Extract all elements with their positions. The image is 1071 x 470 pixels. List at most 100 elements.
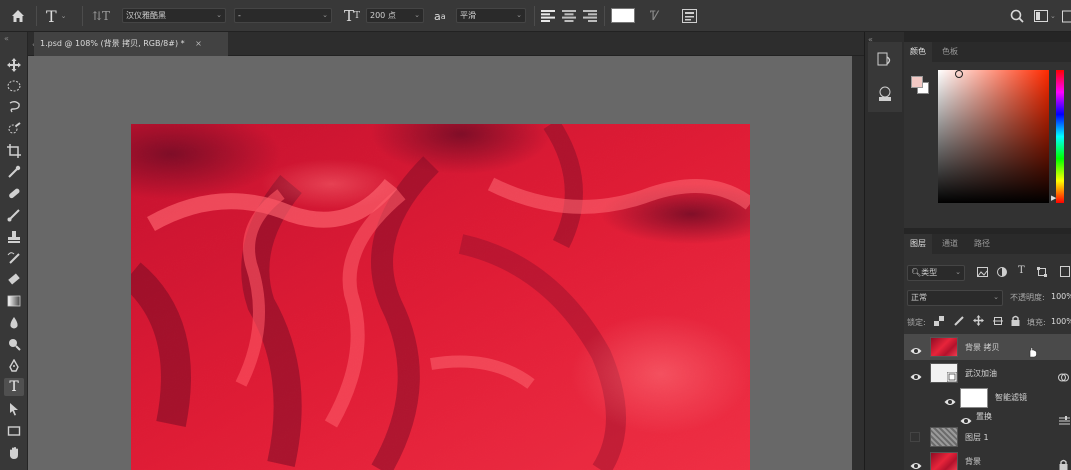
color-picker-cursor[interactable] [955, 70, 963, 78]
document-tab[interactable]: 1.psd @ 108% (背景 拷贝, RGB/8#) * × [34, 32, 228, 56]
close-tab-icon[interactable]: × [195, 39, 202, 48]
hue-slider[interactable] [1056, 70, 1064, 203]
visibility-eye-icon[interactable] [944, 392, 956, 405]
antialias-icon: aa [434, 9, 446, 23]
layers-panel: 图层 通道 路径 🔍︎类型⌄ T 正常⌄ 不透明度: 100% 锁定: 填充: … [904, 234, 1071, 470]
smart-filter-row[interactable]: 智能滤镜 [904, 386, 1071, 408]
warp-text-icon[interactable]: Ꮴ [650, 0, 660, 32]
layer-row[interactable]: 背景 [904, 450, 1071, 470]
font-size-icon: TT [344, 7, 361, 25]
tab-layers[interactable]: 图层 [904, 234, 932, 254]
dodge-tool-icon[interactable] [4, 335, 24, 353]
search-icon[interactable] [1010, 0, 1024, 32]
healing-brush-icon[interactable] [4, 184, 24, 202]
red-silk-image [131, 124, 750, 470]
align-center-icon[interactable] [562, 0, 576, 32]
separator [82, 6, 83, 26]
lock-transparent-pixels-icon[interactable] [934, 316, 944, 329]
home-icon[interactable] [10, 0, 26, 32]
move-tool-icon[interactable] [4, 56, 24, 74]
lock-label: 锁定: [907, 318, 926, 327]
color-panel: 颜色 色板 ▶ [904, 42, 1071, 228]
layer-name[interactable]: 背景 拷贝 [965, 342, 1000, 353]
crop-tool-icon[interactable] [4, 142, 24, 160]
layer-row[interactable]: 图层 1 [904, 426, 1071, 448]
visibility-eye-icon[interactable] [910, 367, 922, 380]
lock-artboard-icon[interactable] [993, 316, 1003, 329]
adjustments-panel-icon[interactable] [877, 86, 893, 106]
opacity-label: 不透明度: [1010, 293, 1045, 302]
vertical-scrollbar[interactable] [852, 56, 864, 470]
workspace-icon[interactable]: ⌄ [1034, 0, 1056, 32]
visibility-eye-icon[interactable] [910, 341, 922, 354]
font-size-select[interactable]: 200 点 ⌄ [366, 8, 424, 23]
brush-tool-icon[interactable] [4, 206, 24, 224]
font-family-select[interactable]: 汉仪雅酷黑 ⌄ [122, 8, 226, 23]
lasso-tool-icon[interactable] [4, 98, 24, 116]
layer-row[interactable]: 背景 拷贝 [904, 334, 1071, 360]
hue-slider-marker-icon[interactable]: ▶ [1051, 194, 1056, 202]
smart-object-filter-icon[interactable] [1060, 266, 1070, 280]
lock-all-icon[interactable] [1011, 315, 1020, 329]
layer-thumbnail [930, 427, 958, 447]
tab-paths[interactable]: 路径 [968, 234, 996, 254]
visibility-eye-icon[interactable] [960, 411, 972, 424]
quick-selection-icon[interactable] [4, 120, 24, 138]
text-color-swatch[interactable] [611, 8, 635, 23]
filter-row[interactable]: 置换 [904, 408, 1071, 425]
lock-image-pixels-icon[interactable] [954, 316, 964, 329]
document-image[interactable] [131, 124, 750, 470]
pen-tool-icon[interactable] [4, 357, 24, 375]
image-filter-icon[interactable] [977, 267, 988, 280]
type-tool-icon[interactable]: T [4, 378, 24, 396]
foreground-color-swatch[interactable] [911, 76, 923, 88]
marquee-tool-icon[interactable] [4, 77, 24, 95]
text-orientation-icon[interactable]: ⇅T [92, 0, 110, 32]
blend-mode-select[interactable]: 正常 ⌄ [907, 290, 1003, 306]
share-icon[interactable] [1062, 0, 1071, 32]
clone-stamp-icon[interactable] [4, 228, 24, 246]
eyedropper-icon[interactable] [4, 163, 24, 181]
shape-filter-icon[interactable] [1037, 267, 1047, 280]
lock-position-icon[interactable] [973, 315, 984, 329]
smart-object-badge-icon [947, 372, 957, 382]
layer-name[interactable]: 武汉加油 [965, 368, 997, 379]
visibility-eye-icon[interactable] [910, 456, 922, 469]
tab-swatches[interactable]: 色板 [936, 42, 964, 62]
layer-name[interactable]: 图层 1 [965, 432, 989, 443]
layer-thumbnail [930, 337, 958, 357]
history-brush-icon[interactable] [4, 249, 24, 267]
align-left-icon[interactable] [541, 0, 555, 32]
adjustment-filter-icon[interactable] [997, 267, 1007, 280]
eraser-tool-icon[interactable] [4, 270, 24, 288]
document-tab-bar: « 1.psd @ 108% (背景 拷贝, RGB/8#) * × [28, 32, 864, 56]
layer-name[interactable]: 背景 [965, 456, 981, 467]
antialias-select[interactable]: 平滑 ⌄ [456, 8, 526, 23]
color-picker-field[interactable] [938, 70, 1049, 203]
font-style-select[interactable]: - ⌄ [234, 8, 332, 23]
layer-filter-select[interactable]: 🔍︎类型 ⌄ [907, 265, 965, 281]
visibility-toggle-hidden[interactable] [910, 432, 920, 442]
path-selection-icon[interactable] [4, 400, 24, 418]
color-panel-tabs: 颜色 色板 [904, 42, 1071, 62]
type-filter-icon[interactable]: T [1018, 265, 1025, 276]
layer-row[interactable]: 武汉加油 [904, 360, 1071, 386]
character-panel-icon[interactable] [682, 0, 697, 32]
filter-effects-icon[interactable] [1058, 368, 1069, 387]
opacity-input[interactable]: 100% [1051, 292, 1071, 301]
rectangle-tool-icon[interactable] [4, 422, 24, 440]
blur-tool-icon[interactable] [4, 314, 24, 332]
filter-mask-thumbnail[interactable] [960, 388, 988, 408]
separator [604, 6, 605, 26]
gradient-tool-icon[interactable] [4, 292, 24, 310]
tab-channels[interactable]: 通道 [936, 234, 964, 254]
text-tool-icon[interactable]: T ⌄ [46, 0, 67, 32]
fill-input[interactable]: 100% [1051, 317, 1071, 326]
history-panel-icon[interactable] [877, 52, 893, 72]
collapse-icon[interactable]: « [4, 34, 9, 43]
hand-tool-icon[interactable] [4, 444, 24, 462]
fill-label: 填充: [1027, 318, 1046, 327]
tab-color[interactable]: 颜色 [904, 42, 932, 62]
search-icon: 🔍︎ [911, 268, 922, 277]
align-right-icon[interactable] [583, 0, 597, 32]
